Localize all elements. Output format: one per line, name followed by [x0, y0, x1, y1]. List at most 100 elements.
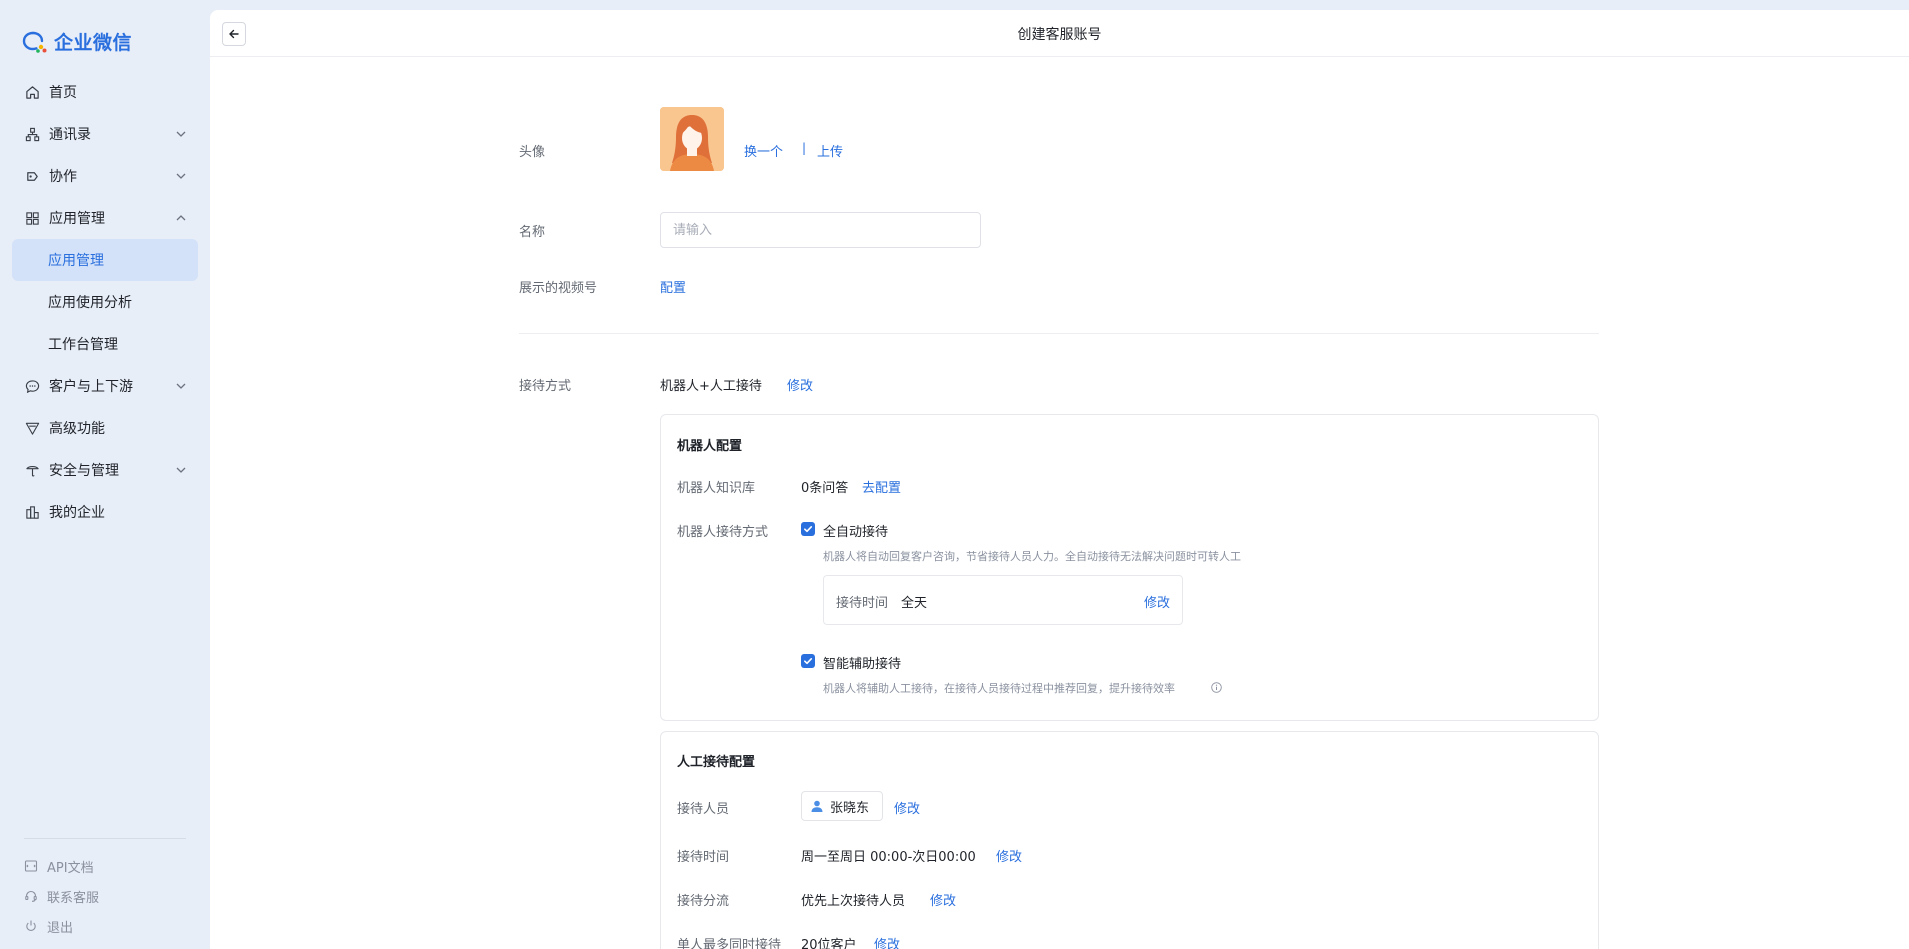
max-concurrent-label: 单人最多同时接待 [677, 938, 782, 949]
sidebar-item-label: 高级功能 [49, 421, 105, 437]
sidebar-nav: 首页 通讯录 协作 应用管理 应用管理 应用使用分析 工作台管理 客户与上下游 … [12, 71, 198, 533]
home-icon [24, 84, 40, 100]
logout-label: 退出 [47, 920, 74, 936]
robot-time-box: 接待时间 全天 修改 [823, 575, 1183, 625]
sidebar-item-label: 首页 [49, 85, 77, 101]
sidebar-item-home[interactable]: 首页 [12, 71, 198, 113]
collab-icon [24, 168, 40, 184]
sidebar-item-contacts[interactable]: 通讯录 [12, 113, 198, 155]
human-config-card: 人工接待配置 接待人员 张晓东 修改 接待时间 周一至周日 00:00-次日00… [660, 731, 1599, 949]
api-doc-label: API文档 [47, 860, 94, 876]
human-card-title: 人工接待配置 [677, 755, 756, 770]
smart-assist-label: 智能辅助接待 [823, 657, 902, 672]
avatar-image [660, 107, 724, 171]
modify-robot-time-link[interactable]: 修改 [1144, 592, 1170, 611]
name-input[interactable] [660, 212, 981, 248]
configure-video-link[interactable]: 配置 [660, 277, 686, 296]
company-icon [24, 504, 40, 520]
sidebar-footer: API文档 联系客服 退出 [24, 851, 99, 941]
auto-reception-label: 全自动接待 [823, 525, 889, 540]
agent-label: 接待人员 [677, 802, 730, 817]
human-time-label: 接待时间 [677, 850, 730, 865]
sidebar-subitem-app-management[interactable]: 应用管理 [12, 239, 198, 281]
chevron-up-icon [176, 215, 186, 221]
routing-label: 接待分流 [677, 894, 730, 909]
sidebar-item-my-company[interactable]: 我的企业 [12, 491, 198, 533]
headset-icon [24, 889, 38, 903]
robot-time-label: 接待时间 [836, 596, 889, 611]
avatar-link-separator: | [802, 141, 807, 155]
sidebar-item-security[interactable]: 安全与管理 [12, 449, 198, 491]
robot-mode-label: 机器人接待方式 [677, 525, 769, 540]
sidebar-item-collab[interactable]: 协作 [12, 155, 198, 197]
change-avatar-link[interactable]: 换一个 [744, 141, 783, 160]
chat-icon [24, 378, 40, 394]
name-label: 名称 [519, 225, 546, 240]
security-icon [24, 462, 40, 478]
advanced-icon [24, 420, 40, 436]
robot-kb-label: 机器人知识库 [677, 481, 756, 496]
logo-text: 企业微信 [54, 32, 133, 54]
modify-reception-mode-link[interactable]: 修改 [787, 375, 813, 394]
info-icon[interactable] [1211, 682, 1222, 693]
sidebar-item-advanced[interactable]: 高级功能 [12, 407, 198, 449]
reception-mode-label: 接待方式 [519, 379, 572, 394]
chevron-down-icon [176, 131, 186, 137]
modify-max-concurrent-link[interactable]: 修改 [874, 934, 900, 949]
main-panel: 创建客服账号 头像 换一个 | 上传 名称 展示的视频号 配置 接待方式 机器人… [210, 10, 1909, 949]
sidebar-subitem-app-usage[interactable]: 应用使用分析 [12, 281, 198, 323]
sidebar-item-label: 安全与管理 [49, 463, 119, 479]
chevron-down-icon [176, 383, 186, 389]
upload-avatar-link[interactable]: 上传 [817, 141, 843, 160]
org-icon [24, 126, 40, 142]
smart-assist-hint: 机器人将辅助人工接待，在接待人员接待过程中推荐回复，提升接待效率 [823, 682, 1175, 695]
logout-link[interactable]: 退出 [24, 911, 99, 941]
api-doc-link[interactable]: API文档 [24, 851, 99, 881]
modify-agent-link[interactable]: 修改 [894, 798, 920, 817]
agent-tag: 张晓东 [801, 791, 883, 821]
robot-card-title: 机器人配置 [677, 439, 743, 454]
user-icon [811, 800, 823, 812]
avatar [660, 107, 724, 171]
auto-reception-hint: 机器人将自动回复客户咨询，节省接待人员人力。全自动接待无法解决问题时可转人工 [823, 550, 1241, 563]
api-doc-icon [24, 859, 38, 873]
reception-mode-value: 机器人+人工接待 [660, 379, 762, 394]
robot-config-card: 机器人配置 机器人知识库 0条问答 去配置 机器人接待方式 全自动接待 机器人将… [660, 414, 1599, 721]
sidebar-item-label: 客户与上下游 [49, 379, 133, 395]
checkmark-icon [804, 526, 813, 533]
chevron-down-icon [176, 173, 186, 179]
sidebar-item-label: 应用管理 [49, 211, 105, 227]
max-concurrent-value: 20位客户 [801, 938, 857, 949]
human-time-value: 周一至周日 00:00-次日00:00 [801, 850, 976, 865]
agent-name: 张晓东 [830, 800, 870, 816]
robot-time-value: 全天 [901, 596, 928, 611]
sidebar-divider [24, 838, 186, 839]
configure-kb-link[interactable]: 去配置 [862, 477, 901, 496]
robot-kb-value: 0条问答 [801, 481, 849, 496]
sidebar-item-app-management[interactable]: 应用管理 [12, 197, 198, 239]
logo[interactable]: 企业微信 [22, 28, 132, 55]
video-account-label: 展示的视频号 [519, 281, 598, 296]
contact-support-label: 联系客服 [47, 890, 100, 906]
sidebar-subitem-workbench[interactable]: 工作台管理 [12, 323, 198, 365]
routing-value: 优先上次接待人员 [801, 894, 906, 909]
page-title: 创建客服账号 [1017, 27, 1102, 43]
section-divider [519, 333, 1599, 334]
wecom-logo-icon [22, 31, 47, 53]
sidebar-item-label: 我的企业 [49, 505, 105, 521]
sidebar-item-label: 协作 [49, 169, 77, 185]
sidebar-item-customers[interactable]: 客户与上下游 [12, 365, 198, 407]
power-icon [24, 919, 38, 933]
checkmark-icon [804, 658, 813, 665]
auto-reception-checkbox[interactable] [801, 522, 815, 536]
contact-support-link[interactable]: 联系客服 [24, 881, 99, 911]
apps-icon [24, 210, 40, 226]
modify-routing-link[interactable]: 修改 [930, 890, 956, 909]
modify-human-time-link[interactable]: 修改 [996, 846, 1022, 865]
sidebar-item-label: 通讯录 [49, 127, 91, 143]
page-header: 创建客服账号 [210, 10, 1909, 57]
smart-assist-checkbox[interactable] [801, 654, 815, 668]
sidebar: 企业微信 首页 通讯录 协作 应用管理 应用管理 应用使用分析 工作台管理 客户… [0, 0, 210, 949]
avatar-label: 头像 [519, 145, 546, 160]
chevron-down-icon [176, 467, 186, 473]
